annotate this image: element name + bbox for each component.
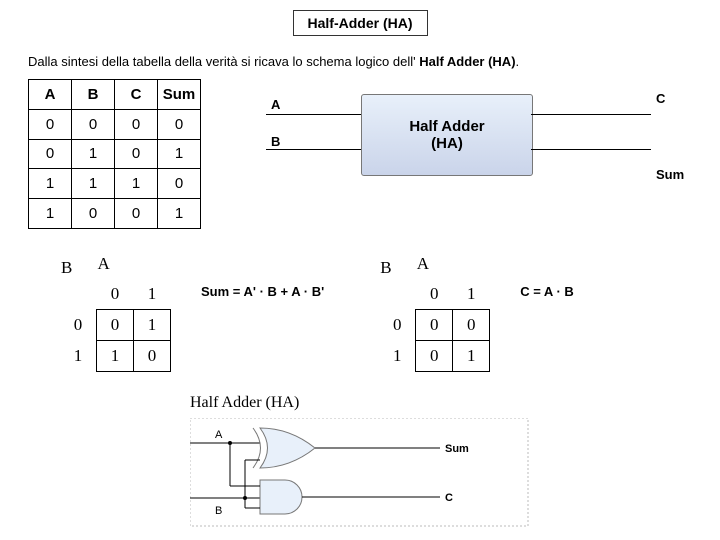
cell: 1 [72,139,115,169]
ha-block-text: Half Adder (HA) [409,118,484,152]
intro-bold: Half Adder (HA) [419,54,515,69]
ha-block: Half Adder (HA) [361,94,533,176]
output-c-label: C [656,91,665,106]
th-a: A [29,80,72,110]
cell: 0 [115,109,158,139]
cell: 0 [115,139,158,169]
kmap-cell: 1 [453,341,490,372]
cell: 1 [29,169,72,199]
circ-in-a: A [215,429,223,441]
cell: 1 [158,139,201,169]
wire-sum [531,149,651,150]
circuit-title: Half Adder (HA) [190,394,720,412]
kmap-row: 0 [60,310,97,341]
kmap-col: 0 [97,279,134,310]
kmap-sum-collbl: A [97,249,134,279]
circ-in-b: B [215,505,222,517]
th-c: C [115,80,158,110]
kmap-sum-rowlbl: B [60,249,97,279]
block-diagram: A B Half Adder (HA) C Sum [201,79,720,229]
kmap-c-collbl: A [416,249,453,279]
equation-sum: Sum = A' · B + A · B' [201,284,324,299]
kmap-row: 1 [60,341,97,372]
cell: 0 [29,139,72,169]
kmap-c-rowlbl: B [379,249,416,279]
kmap-cell: 1 [134,310,171,341]
kmap-cell: 0 [134,341,171,372]
kmap-col: 0 [416,279,453,310]
input-a-label: A [271,97,280,112]
th-b: B [72,80,115,110]
intro-text: Dalla sintesi della tabella della verità… [28,54,720,69]
kmap-cell: 0 [97,310,134,341]
circ-out-sum: Sum [445,443,469,455]
kmap-col: 1 [453,279,490,310]
cell: 1 [72,169,115,199]
kmap-c: B A 0 1 0 0 0 1 0 1 [379,249,490,372]
cell: 1 [29,199,72,229]
circ-out-c: C [445,492,453,504]
kmap-cell: 0 [416,341,453,372]
cell: 0 [72,109,115,139]
cell: 0 [72,199,115,229]
cell: 0 [158,109,201,139]
equation-c: C = A · B [520,284,574,299]
circuit-diagram: Half Adder (HA) A B Sum C [190,394,720,531]
kmap-sum: B A 0 1 0 0 1 1 1 0 [60,249,171,372]
kmap-row: 1 [379,341,416,372]
intro-prefix: Dalla sintesi della tabella della verità… [28,54,419,69]
kmap-cell: 0 [416,310,453,341]
cell: 1 [115,169,158,199]
circuit-svg: A B Sum C [190,418,530,528]
wire-b [266,149,361,150]
wire-a [266,114,361,115]
wire-c [531,114,651,115]
th-sum: Sum [158,80,201,110]
page-title: Half-Adder (HA) [293,10,428,36]
truth-table: A B C Sum 0000 0101 1110 1001 [28,79,201,229]
input-b-label: B [271,134,280,149]
kmap-cell: 0 [453,310,490,341]
cell: 0 [158,169,201,199]
kmap-col: 1 [134,279,171,310]
cell: 0 [29,109,72,139]
kmap-cell: 1 [97,341,134,372]
cell: 1 [158,199,201,229]
kmap-row: 0 [379,310,416,341]
cell: 0 [115,199,158,229]
output-sum-label: Sum [656,167,684,182]
